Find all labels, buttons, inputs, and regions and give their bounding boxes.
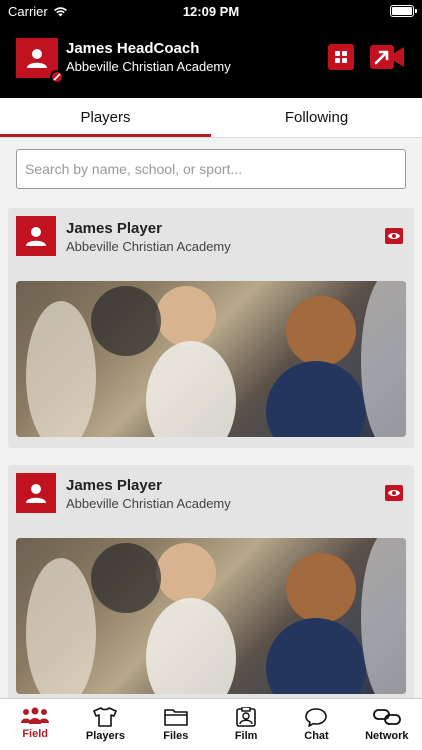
view-button[interactable] xyxy=(385,228,403,244)
chat-icon xyxy=(305,708,328,727)
profile-avatar[interactable] xyxy=(16,38,64,84)
bottom-nav: Field Players Files Film Chat Network xyxy=(0,698,422,750)
tab-divider xyxy=(0,137,422,138)
eye-icon xyxy=(388,233,400,239)
view-button[interactable] xyxy=(385,485,403,501)
nav-label: Network xyxy=(365,730,409,742)
folder-icon xyxy=(164,709,188,726)
app-header: Carrier 12:09 PM James HeadCoach Abbevil… xyxy=(0,0,422,98)
player-avatar[interactable] xyxy=(16,473,56,513)
user-icon xyxy=(26,484,46,503)
film-icon xyxy=(236,707,256,727)
grid-menu-button[interactable] xyxy=(328,44,354,70)
user-icon xyxy=(27,49,47,68)
search-input[interactable] xyxy=(16,149,406,189)
jersey-icon xyxy=(93,707,118,727)
status-bar: Carrier 12:09 PM xyxy=(0,0,422,24)
nav-film[interactable]: Film xyxy=(211,699,281,750)
video-thumbnail[interactable] xyxy=(16,538,406,694)
nav-label: Chat xyxy=(304,730,329,742)
player-card[interactable]: James Player Abbeville Christian Academy xyxy=(8,465,414,705)
eye-icon xyxy=(388,490,400,496)
grid-icon xyxy=(335,51,347,63)
video-share-icon xyxy=(370,45,404,69)
tab-following[interactable]: Following xyxy=(211,98,422,138)
video-thumbnail[interactable] xyxy=(16,281,406,437)
people-icon xyxy=(21,707,50,724)
nav-label: Film xyxy=(234,730,258,742)
player-school: Abbeville Christian Academy xyxy=(66,239,231,254)
clock: 12:09 PM xyxy=(182,4,240,19)
nav-field[interactable]: Field xyxy=(0,699,70,750)
profile-name: James HeadCoach xyxy=(66,40,200,57)
player-name[interactable]: James Player xyxy=(66,220,162,237)
nav-files[interactable]: Files xyxy=(141,699,211,750)
nav-chat[interactable]: Chat xyxy=(281,699,351,750)
nav-label: Players xyxy=(85,730,126,742)
nav-label: Files xyxy=(163,730,189,742)
share-video-button[interactable] xyxy=(370,44,405,70)
nav-players[interactable]: Players xyxy=(70,699,140,750)
battery-icon xyxy=(390,5,417,17)
player-name[interactable]: James Player xyxy=(66,477,162,494)
player-card[interactable]: James Player Abbeville Christian Academy xyxy=(8,208,414,448)
edit-avatar-icon[interactable] xyxy=(50,70,64,84)
nav-network[interactable]: Network xyxy=(352,699,422,750)
link-icon xyxy=(372,709,401,725)
tab-bar: Players Following xyxy=(0,98,422,138)
user-icon xyxy=(26,227,46,246)
tab-players[interactable]: Players xyxy=(0,98,211,138)
player-school: Abbeville Christian Academy xyxy=(66,496,231,511)
player-avatar[interactable] xyxy=(16,216,56,256)
nav-label: Field xyxy=(22,728,48,740)
profile-school: Abbeville Christian Academy xyxy=(66,59,231,74)
